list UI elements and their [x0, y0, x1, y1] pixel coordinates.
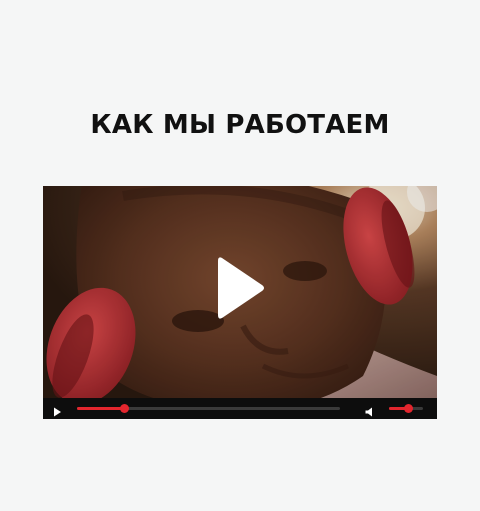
page-title: КАК МЫ РАБОТАЕМ: [90, 110, 390, 140]
play-icon: [218, 257, 264, 319]
volume-button[interactable]: [364, 403, 376, 417]
play-button[interactable]: [51, 403, 63, 417]
video-controls: [43, 398, 437, 419]
video-player[interactable]: [43, 186, 437, 419]
play-overlay-button[interactable]: [214, 254, 266, 322]
progress-thumb[interactable]: [120, 404, 130, 413]
play-icon: [54, 407, 61, 417]
volume-icon: [365, 407, 372, 417]
progress-bar[interactable]: [77, 404, 340, 413]
progress-fill: [77, 407, 125, 410]
volume-slider[interactable]: [389, 404, 423, 413]
volume-thumb[interactable]: [403, 404, 413, 413]
